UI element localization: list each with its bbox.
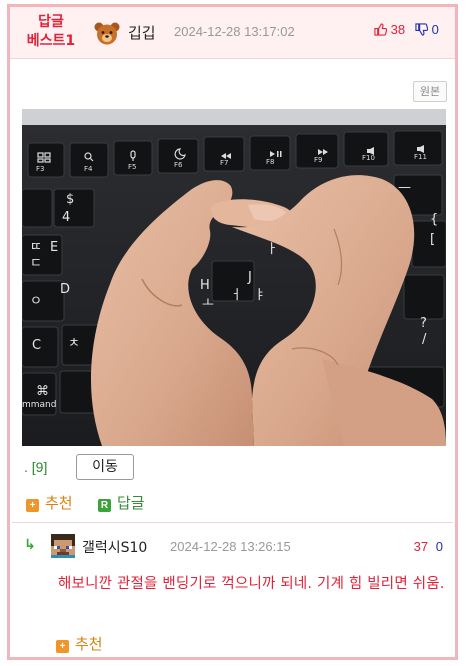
svg-text:/: / [422, 332, 427, 347]
post-card: 답글 베스트1 깁깁 2024-12-28 13:17:02 38 0 원본 F… [7, 4, 458, 660]
post-date: 2024-12-28 13:17:02 [174, 24, 295, 39]
comment-votes: 37 0 [414, 539, 443, 554]
bear-avatar-icon[interactable] [94, 21, 120, 45]
comment-item: ↳ 갤럭시S10 2024-12-28 13:26:15 37 0 해보니깐 관… [10, 523, 455, 657]
minecraft-avatar-icon[interactable] [51, 534, 75, 558]
comment-recommend-button[interactable]: + 추천 [56, 633, 103, 654]
svg-text:{: { [430, 212, 438, 227]
comment-recommend-label: 추천 [75, 635, 103, 653]
svg-text:ㄷ: ㄷ [30, 256, 42, 271]
comment-upvote-count[interactable]: 37 [414, 539, 428, 554]
upvote-count: 38 [390, 22, 406, 37]
svg-text:F5: F5 [128, 163, 136, 171]
svg-text:[: [ [430, 232, 435, 247]
svg-text:?: ? [420, 316, 427, 331]
reply-r-icon: R [98, 499, 111, 512]
svg-text:ㅑ: ㅑ [254, 288, 266, 303]
svg-text:$: $ [66, 192, 74, 207]
comment-downvote-count[interactable]: 0 [436, 539, 443, 554]
svg-text:ㅗ: ㅗ [202, 296, 214, 311]
thumbs-up-icon [374, 23, 388, 36]
svg-text:C: C [32, 338, 41, 353]
plus-icon: + [56, 640, 69, 653]
svg-text:F11: F11 [414, 153, 427, 161]
svg-text:H: H [200, 278, 210, 293]
reply-button[interactable]: R 답글 [98, 492, 145, 513]
svg-text:mmand: mmand [22, 400, 56, 410]
upvote-button[interactable]: 38 [374, 22, 405, 37]
svg-text:F10: F10 [362, 154, 375, 162]
hand-heart-keyboard-photo: F3 F4 F5 F6 F7 F8 F9 F10 F11 $ 4 ㄸ ㄷ E ㅇ… [22, 109, 446, 446]
comment-author[interactable]: 갤럭시S10 [82, 537, 147, 557]
svg-text:F7: F7 [220, 159, 228, 167]
svg-text:F6: F6 [174, 161, 183, 169]
post-source-link[interactable]: . [9] [24, 459, 47, 475]
comment-text: 해보니깐 관절을 밴딩기로 꺽으니까 되네. 기계 힘 빌리면 쉬움. [58, 576, 445, 592]
post-author[interactable]: 깁깁 [128, 22, 156, 43]
svg-text:ㅊ: ㅊ [68, 336, 80, 351]
move-button[interactable]: 이동 [76, 454, 134, 480]
svg-text:E: E [50, 240, 58, 255]
svg-text:F4: F4 [84, 165, 93, 173]
plus-icon: + [26, 499, 39, 512]
svg-text:F3: F3 [36, 165, 44, 173]
best-badge-line1: 답글 [38, 14, 64, 30]
svg-text:F8: F8 [266, 158, 274, 166]
downvote-count: 0 [431, 22, 439, 37]
reply-label: 답글 [117, 494, 145, 512]
comment-date: 2024-12-28 13:26:15 [170, 539, 291, 554]
svg-text:F9: F9 [314, 156, 322, 164]
post-header: 답글 베스트1 깁깁 2024-12-28 13:17:02 38 0 [10, 7, 455, 59]
svg-text:ㅏ: ㅏ [266, 242, 278, 257]
downvote-button[interactable]: 0 [415, 22, 439, 37]
svg-text:D: D [60, 282, 70, 297]
svg-text:ㅓ: ㅓ [230, 288, 242, 303]
post-image[interactable]: F3 F4 F5 F6 F7 F8 F9 F10 F11 $ 4 ㄸ ㄷ E ㅇ… [22, 109, 446, 446]
svg-text:⌘: ⌘ [36, 384, 49, 399]
best-badge-line2: 베스트1 [26, 33, 76, 49]
view-original-button[interactable]: 원본 [413, 81, 447, 102]
recommend-button[interactable]: + 추천 [26, 492, 73, 513]
svg-text:4: 4 [62, 210, 70, 225]
recommend-label: 추천 [45, 494, 73, 512]
thumbs-down-icon [415, 23, 429, 36]
best-reply-badge: 답글 베스트1 [20, 13, 82, 51]
reply-arrow-icon: ↳ [24, 537, 36, 553]
svg-text:ㅇ: ㅇ [30, 294, 42, 309]
svg-text:J: J [247, 270, 252, 285]
svg-text:ㄸ: ㄸ [30, 240, 42, 255]
